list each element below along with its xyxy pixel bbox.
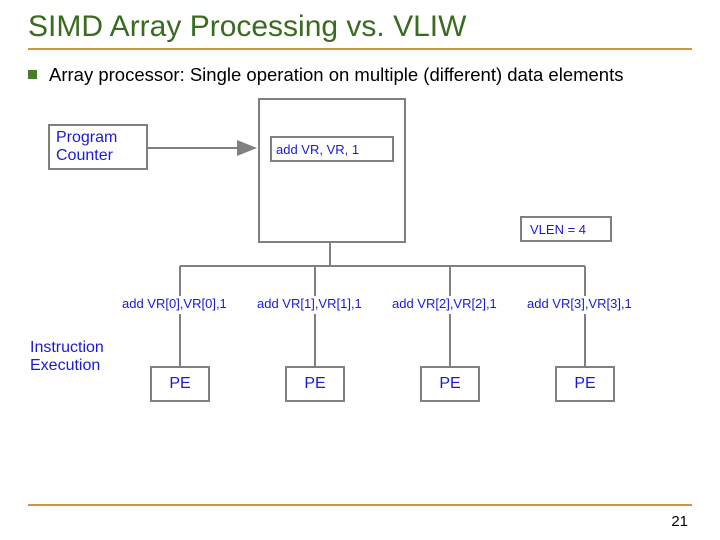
vlen-box: VLEN = 4 — [520, 216, 612, 242]
bullet-icon — [28, 70, 37, 79]
bullet-text: Array processor: Single operation on mul… — [49, 64, 624, 86]
pe-op-2: add VR[2],VR[2],1 — [392, 296, 497, 311]
vlen-text: VLEN = 4 — [530, 222, 586, 237]
pe-op-0: add VR[0],VR[0],1 — [122, 296, 227, 311]
pe-box-1: PE — [285, 366, 345, 402]
slide-title: SIMD Array Processing vs. VLIW — [28, 10, 692, 44]
pe-op-1: add VR[1],VR[1],1 — [257, 296, 362, 311]
pe-op-3: add VR[3],VR[3],1 — [527, 296, 632, 311]
instruction-box: add VR, VR, 1 — [270, 136, 394, 162]
instruction-execution-label: Instruction Execution — [30, 339, 104, 375]
program-counter-label: Program Counter — [56, 129, 117, 165]
page-number: 21 — [671, 513, 688, 530]
footer-rule — [28, 504, 692, 506]
program-counter-box: Program Counter — [48, 124, 148, 170]
instruction-text: add VR, VR, 1 — [276, 142, 359, 157]
pe-box-3: PE — [555, 366, 615, 402]
title-underline — [28, 48, 692, 50]
diagram-container: Program Counter add VR, VR, 1 VLEN = 4 a… — [30, 96, 690, 476]
instruction-container-box — [258, 98, 406, 243]
pe-box-2: PE — [420, 366, 480, 402]
pe-box-0: PE — [150, 366, 210, 402]
